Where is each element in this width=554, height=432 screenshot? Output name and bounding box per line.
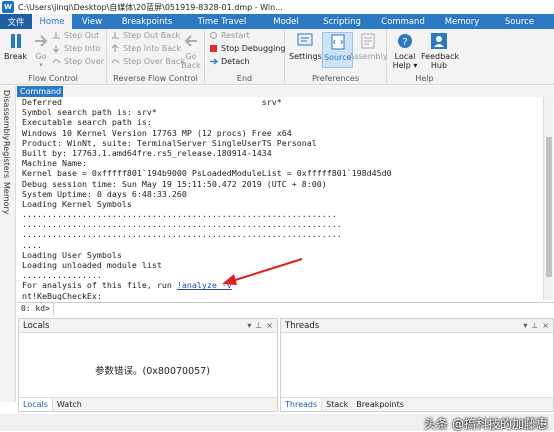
command-prompt-row: 0: kd> bbox=[18, 302, 554, 315]
kd-prompt-label: 0: kd> bbox=[18, 302, 54, 315]
pin-icon[interactable]: ⊥ bbox=[531, 321, 538, 330]
tab-stack[interactable]: Stack bbox=[322, 398, 352, 411]
command-input[interactable] bbox=[53, 302, 554, 315]
tab-threads[interactable]: Threads bbox=[281, 398, 323, 411]
close-icon[interactable]: × bbox=[542, 321, 549, 330]
locals-pane-title: Locals bbox=[23, 320, 50, 331]
close-icon[interactable]: × bbox=[266, 321, 273, 330]
threads-pane-header: Threads ▾ ⊥ × bbox=[281, 319, 553, 333]
threads-pane-title: Threads bbox=[285, 320, 320, 331]
threads-pane-tabs: Threads Stack Breakpoints bbox=[281, 397, 553, 411]
threads-pane-content bbox=[281, 333, 553, 397]
pin-icon[interactable]: ⊥ bbox=[255, 321, 262, 330]
command-output-scrollbar[interactable] bbox=[543, 97, 553, 300]
tab-locals[interactable]: Locals bbox=[19, 398, 53, 411]
status-bar: 头条 @搞科技的加藤惠 bbox=[0, 414, 554, 431]
dropdown-chevron-icon[interactable]: ▾ bbox=[247, 321, 251, 330]
locals-pane-header: Locals ▾ ⊥ × bbox=[19, 319, 277, 333]
locals-error-message: 参数错误。(0x80070057) bbox=[95, 366, 210, 377]
threads-pane: Threads ▾ ⊥ × Threads Stack Breakpoints bbox=[280, 318, 554, 412]
dropdown-chevron-icon[interactable]: ▾ bbox=[523, 321, 527, 330]
locals-pane: Locals ▾ ⊥ × 参数错误。(0x80070057) Locals Wa… bbox=[18, 318, 278, 412]
watermark-text: 头条 @搞科技的加藤惠 bbox=[424, 417, 548, 431]
locals-pane-content: 参数错误。(0x80070057) bbox=[19, 333, 277, 397]
scrollbar-thumb[interactable] bbox=[546, 137, 552, 277]
tab-breakpoints-pane[interactable]: Breakpoints bbox=[352, 398, 408, 411]
locals-pane-tabs: Locals Watch bbox=[19, 397, 277, 411]
tab-watch[interactable]: Watch bbox=[53, 398, 86, 411]
